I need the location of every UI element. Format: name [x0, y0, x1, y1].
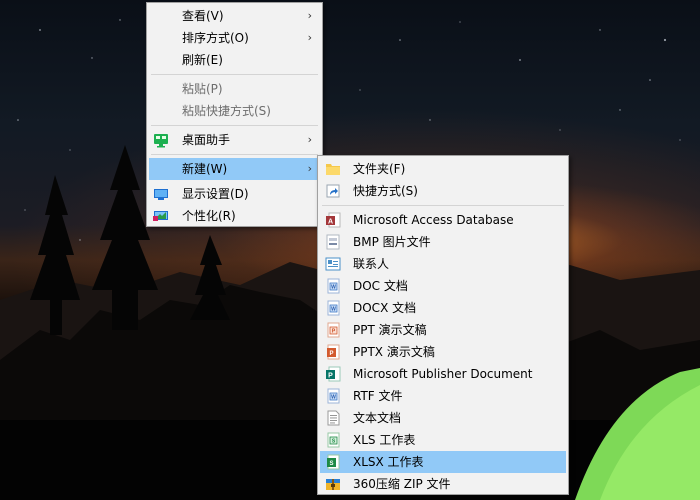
menu-item-paste: 粘贴(P) — [149, 78, 320, 100]
zip-archive-icon — [326, 479, 340, 490]
submenu-item-rtf[interactable]: W RTF 文件 — [320, 385, 566, 407]
submenu-item-label: XLSX 工作表 — [353, 455, 424, 469]
menu-item-desktop-assistant[interactable]: 桌面助手 › — [149, 129, 320, 151]
menu-separator — [322, 205, 564, 206]
submenu-item-zip[interactable]: 360压缩 ZIP 文件 — [320, 473, 566, 495]
svg-text:P: P — [328, 373, 333, 380]
submenu-item-contact[interactable]: 联系人 — [320, 253, 566, 275]
publisher-icon: P — [326, 366, 341, 382]
text-document-icon — [327, 410, 340, 426]
folder-icon — [326, 164, 340, 175]
submenu-item-folder[interactable]: 文件夹(F) — [320, 158, 566, 180]
submenu-item-publisher-document[interactable]: P Microsoft Publisher Document — [320, 363, 566, 385]
menu-item-label: 桌面助手 — [182, 133, 231, 147]
chevron-right-icon: › — [307, 133, 312, 146]
desktop-assistant-icon — [154, 134, 168, 148]
menu-item-label: 查看(V) — [182, 9, 224, 23]
chevron-right-icon: › — [307, 31, 312, 44]
menu-item-label: 新建(W) — [182, 162, 228, 176]
access-icon: A — [326, 212, 341, 228]
svg-text:W: W — [331, 285, 336, 291]
menu-item-label: 粘贴(P) — [182, 82, 223, 96]
submenu-item-doc[interactable]: W DOC 文档 — [320, 275, 566, 297]
svg-text:A: A — [328, 219, 333, 226]
svg-text:W: W — [331, 395, 336, 401]
submenu-item-pptx[interactable]: P PPTX 演示文稿 — [320, 341, 566, 363]
menu-item-view[interactable]: 查看(V) › — [149, 5, 320, 27]
xlsx-icon: S — [327, 454, 340, 470]
menu-separator — [151, 74, 318, 75]
svg-text:S: S — [329, 461, 333, 467]
chevron-right-icon: › — [307, 9, 312, 22]
menu-item-personalize[interactable]: 个性化(R) — [149, 205, 320, 227]
shortcut-icon — [326, 184, 340, 198]
pptx-icon: P — [327, 344, 340, 360]
svg-text:P: P — [329, 351, 333, 357]
desktop-context-menu: 查看(V) › 排序方式(O) › 刷新(E) 粘贴(P) 粘贴快捷方式(S) … — [146, 2, 323, 227]
submenu-item-label: 文本文档 — [353, 411, 402, 425]
submenu-item-label: Microsoft Publisher Document — [353, 367, 533, 381]
submenu-item-xlsx[interactable]: S XLSX 工作表 — [320, 451, 566, 473]
menu-item-new[interactable]: 新建(W) › — [149, 158, 320, 180]
submenu-item-label: 360压缩 ZIP 文件 — [353, 477, 451, 491]
menu-separator — [151, 154, 318, 155]
menu-separator — [151, 125, 318, 126]
submenu-item-label: BMP 图片文件 — [353, 235, 431, 249]
new-submenu: 文件夹(F) 快捷方式(S) A Microsoft Access Databa… — [317, 155, 569, 495]
docx-icon: W — [327, 300, 340, 316]
submenu-item-access-database[interactable]: A Microsoft Access Database — [320, 209, 566, 231]
submenu-item-bmp-image[interactable]: BMP 图片文件 — [320, 231, 566, 253]
svg-text:W: W — [331, 307, 336, 313]
menu-item-display-settings[interactable]: 显示设置(D) — [149, 183, 320, 205]
display-settings-icon — [154, 189, 168, 200]
submenu-item-label: 快捷方式(S) — [353, 184, 418, 198]
menu-item-refresh[interactable]: 刷新(E) — [149, 49, 320, 71]
menu-item-label: 排序方式(O) — [182, 31, 249, 45]
menu-separator — [151, 181, 318, 182]
menu-item-label: 个性化(R) — [182, 209, 236, 223]
submenu-item-label: DOCX 文档 — [353, 301, 417, 315]
submenu-item-ppt[interactable]: P PPT 演示文稿 — [320, 319, 566, 341]
submenu-item-shortcut[interactable]: 快捷方式(S) — [320, 180, 566, 202]
submenu-item-label: Microsoft Access Database — [353, 213, 514, 227]
menu-item-paste-shortcut: 粘贴快捷方式(S) — [149, 100, 320, 122]
submenu-item-label: DOC 文档 — [353, 279, 408, 293]
menu-item-label: 刷新(E) — [182, 53, 223, 67]
xls-icon: S — [327, 432, 340, 448]
submenu-item-label: 文件夹(F) — [353, 162, 406, 176]
menu-item-label: 显示设置(D) — [182, 187, 249, 201]
submenu-item-label: 联系人 — [353, 257, 390, 271]
doc-icon: W — [327, 278, 340, 294]
menu-item-label: 粘贴快捷方式(S) — [182, 104, 271, 118]
submenu-item-label: PPT 演示文稿 — [353, 323, 427, 337]
contact-icon — [325, 257, 341, 271]
chevron-right-icon: › — [307, 162, 312, 175]
submenu-item-docx[interactable]: W DOCX 文档 — [320, 297, 566, 319]
submenu-item-xls[interactable]: S XLS 工作表 — [320, 429, 566, 451]
submenu-item-label: RTF 文件 — [353, 389, 403, 403]
personalize-icon — [153, 211, 168, 221]
bmp-icon — [326, 234, 340, 250]
submenu-item-label: PPTX 演示文稿 — [353, 345, 435, 359]
menu-item-sort-by[interactable]: 排序方式(O) › — [149, 27, 320, 49]
ppt-icon: P — [327, 322, 340, 338]
submenu-item-label: XLS 工作表 — [353, 433, 416, 447]
submenu-item-text-document[interactable]: 文本文档 — [320, 407, 566, 429]
rtf-icon: W — [327, 388, 340, 404]
